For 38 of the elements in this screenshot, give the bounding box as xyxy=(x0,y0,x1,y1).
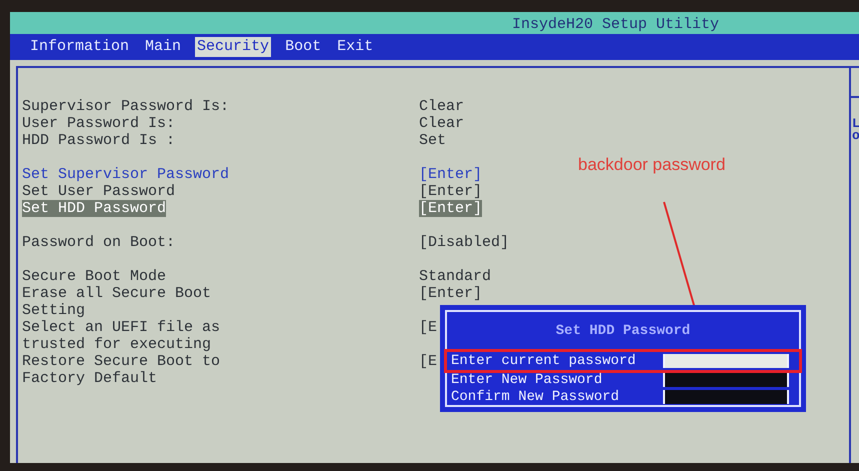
menu-tab[interactable]: Information xyxy=(28,37,132,57)
setting-value: [Disabled] xyxy=(419,234,510,251)
setting-value: [Enter] xyxy=(419,200,482,217)
setting-value: Clear xyxy=(419,115,464,132)
setting-value: [E xyxy=(419,353,438,370)
setting-label[interactable]: Set HDD Password xyxy=(22,200,166,217)
menu-tab[interactable]: Exit xyxy=(335,37,376,57)
menu-tab[interactable]: Security xyxy=(195,37,272,57)
setting-label[interactable]: Password on Boot: xyxy=(22,234,176,251)
help-text: L xyxy=(852,118,859,130)
field-label: Enter New Password xyxy=(451,372,604,388)
password-field[interactable] xyxy=(663,354,789,368)
setting-label[interactable]: Set Supervisor Password xyxy=(22,166,230,183)
setting-label: Supervisor Password Is: xyxy=(22,98,230,115)
setting-label: HDD Password Is : xyxy=(22,132,176,149)
setting-value: Standard xyxy=(419,268,492,285)
help-text: o xyxy=(852,130,859,142)
setting-label[interactable]: Set User Password xyxy=(22,183,176,200)
annotation-text: backdoor password xyxy=(578,155,726,175)
setting-value: Set xyxy=(419,132,446,149)
field-label: Enter current password xyxy=(451,352,637,369)
setting-value: [Enter] xyxy=(419,285,482,302)
field-label: Confirm New Password xyxy=(451,388,620,405)
password-field[interactable] xyxy=(663,372,789,387)
menu-tab[interactable]: Boot xyxy=(283,37,324,57)
setting-value: [E xyxy=(419,319,438,336)
setting-value: [Enter] xyxy=(419,166,482,183)
password-field[interactable] xyxy=(663,390,789,404)
window-title: InsydeH20 Setup Utility xyxy=(512,16,720,34)
setting-value: Clear xyxy=(419,98,464,115)
setting-label: User Password Is: xyxy=(22,115,176,132)
setting-label[interactable]: Secure Boot Mode xyxy=(22,268,166,285)
setting-label[interactable]: Erase all Secure Boot Setting xyxy=(22,285,212,319)
setting-value: [Enter] xyxy=(419,183,482,200)
dialog-title: Set HDD Password xyxy=(556,322,690,342)
setting-label[interactable]: Select an UEFI file as trusted for executing xyxy=(22,319,220,353)
menu-tab[interactable]: Main xyxy=(143,37,184,57)
setting-label[interactable]: Restore Secure Boot to Factory Default xyxy=(22,353,220,387)
